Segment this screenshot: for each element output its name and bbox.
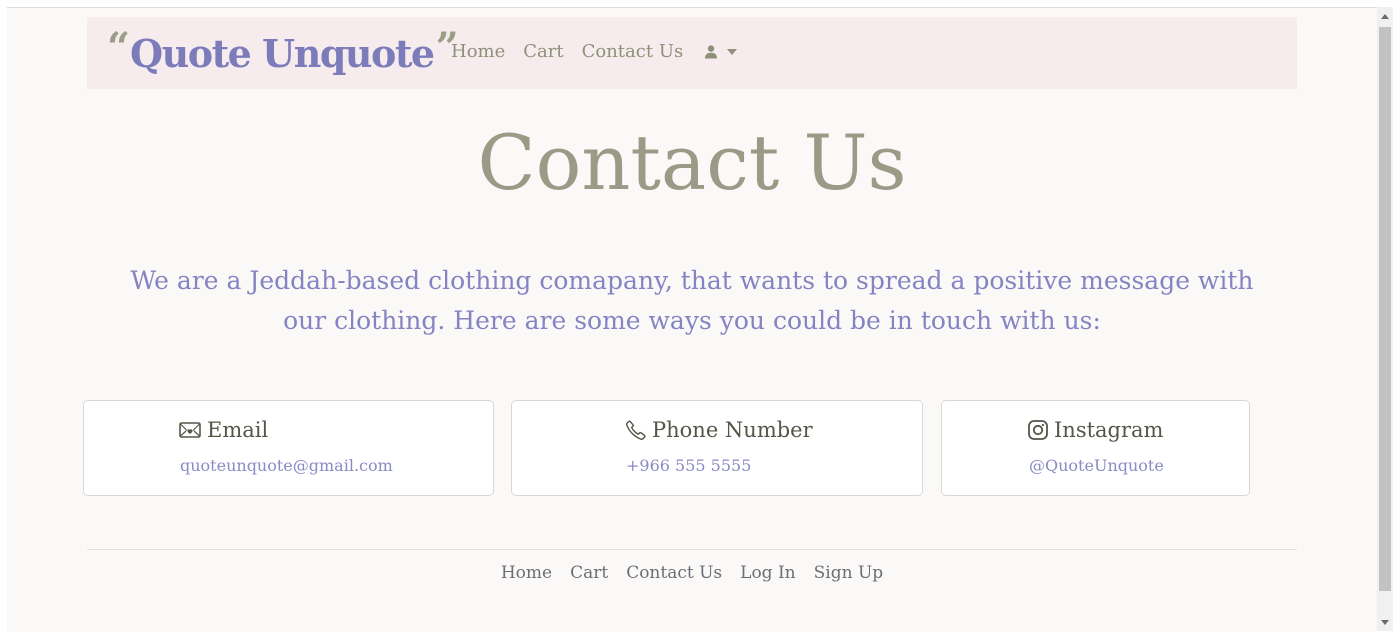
instagram-card: Instagram @QuoteUnquote — [941, 400, 1250, 496]
scrollbar-thumb[interactable] — [1379, 27, 1391, 591]
caret-down-icon — [727, 49, 737, 55]
instagram-icon — [1028, 420, 1048, 440]
instagram-card-label: Instagram — [1054, 418, 1164, 442]
email-card: Email quoteunquote@gmail.com — [83, 400, 494, 496]
instagram-link[interactable]: @QuoteUnquote — [1029, 456, 1164, 475]
nav-link-home[interactable]: Home — [451, 41, 505, 62]
email-link[interactable]: quoteunquote@gmail.com — [180, 456, 393, 475]
scroll-down-arrow-icon[interactable] — [1377, 615, 1393, 629]
nav-link-contact-us[interactable]: Contact Us — [582, 41, 684, 62]
phone-card-label: Phone Number — [652, 418, 813, 442]
footer-link-cart[interactable]: Cart — [570, 563, 608, 583]
footer-nav: Home Cart Contact Us Log In Sign Up — [7, 563, 1377, 583]
page: “ Quote Unquote ” Home Cart Contact Us C… — [7, 7, 1377, 632]
logo-text: Quote Unquote — [130, 30, 435, 76]
nav-links: Home Cart Contact Us — [451, 41, 683, 62]
email-card-label: Email — [207, 418, 269, 442]
email-card-title: Email — [179, 418, 268, 442]
brand-logo[interactable]: “ Quote Unquote ” — [107, 23, 459, 79]
scroll-up-arrow-icon[interactable] — [1377, 9, 1393, 23]
user-dropdown[interactable] — [704, 45, 737, 59]
phone-card: Phone Number +966 555 5555 — [511, 400, 923, 496]
person-icon — [705, 45, 717, 59]
navbar: “ Quote Unquote ” Home Cart Contact Us — [87, 17, 1297, 89]
nav-link-cart[interactable]: Cart — [523, 41, 563, 62]
footer-link-contact-us[interactable]: Contact Us — [626, 563, 722, 583]
phone-icon — [626, 420, 646, 440]
scrollbar[interactable] — [1377, 7, 1393, 631]
intro-text: We are a Jeddah-based clothing comapany,… — [130, 266, 1254, 335]
envelope-heart-icon — [179, 422, 201, 438]
footer-link-log-in[interactable]: Log In — [740, 563, 795, 583]
instagram-card-title: Instagram — [1028, 418, 1163, 442]
page-title: Contact Us — [477, 118, 907, 207]
logo-open-quote: “ — [107, 23, 130, 71]
footer-link-home[interactable]: Home — [501, 563, 552, 583]
footer-link-sign-up[interactable]: Sign Up — [814, 563, 884, 583]
phone-card-title: Phone Number — [626, 418, 813, 442]
phone-link[interactable]: +966 555 5555 — [626, 456, 751, 475]
footer-divider — [87, 549, 1297, 550]
